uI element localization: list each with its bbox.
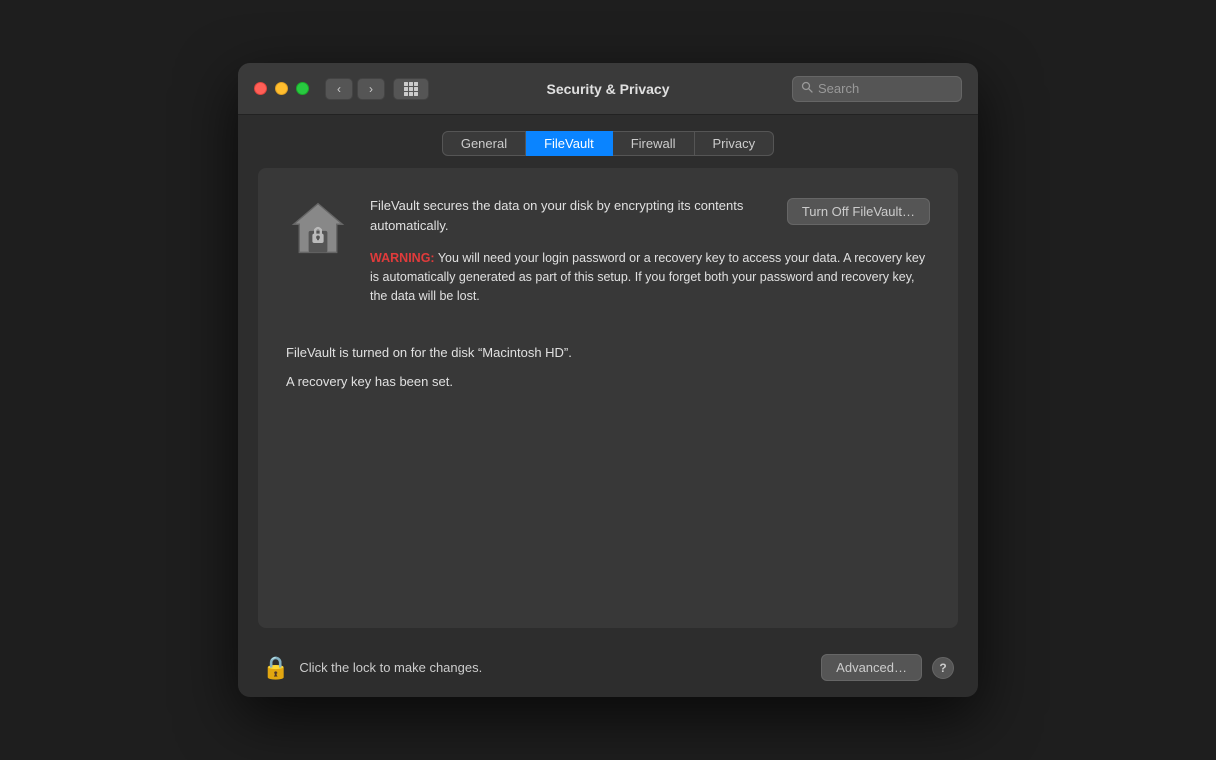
back-icon: ‹ — [337, 82, 341, 96]
lock-area[interactable]: 🔒 Click the lock to make changes. — [262, 655, 482, 681]
help-button[interactable]: ? — [932, 657, 954, 679]
traffic-lights — [254, 82, 309, 95]
tab-firewall[interactable]: Firewall — [613, 131, 695, 156]
filevault-icon — [286, 196, 350, 260]
tab-filevault[interactable]: FileVault — [526, 131, 613, 156]
filevault-description: FileVault secures the data on your disk … — [370, 196, 761, 235]
bottom-right: Advanced… ? — [821, 654, 954, 681]
window-title: Security & Privacy — [547, 81, 670, 97]
nav-buttons: ‹ › — [325, 78, 429, 100]
grid-icon — [404, 82, 418, 96]
warning-body: You will need your login password or a r… — [370, 251, 925, 303]
filevault-recovery-status: A recovery key has been set. — [286, 374, 930, 389]
title-bar: ‹ › Security & Privacy Search — [238, 63, 978, 115]
forward-icon: › — [369, 82, 373, 96]
filevault-info: FileVault secures the data on your disk … — [370, 196, 930, 325]
search-box[interactable]: Search — [792, 76, 962, 102]
turn-off-filevault-button[interactable]: Turn Off FileVault… — [787, 198, 930, 225]
warning-label: WARNING: — [370, 251, 435, 265]
advanced-button[interactable]: Advanced… — [821, 654, 922, 681]
back-button[interactable]: ‹ — [325, 78, 353, 100]
search-placeholder: Search — [818, 81, 859, 96]
minimize-button[interactable] — [275, 82, 288, 95]
forward-button[interactable]: › — [357, 78, 385, 100]
warning-paragraph: WARNING: You will need your login passwo… — [370, 249, 930, 305]
lock-icon: 🔒 — [262, 655, 289, 681]
grid-view-button[interactable] — [393, 78, 429, 100]
content-area: FileVault secures the data on your disk … — [258, 168, 958, 628]
tab-privacy[interactable]: Privacy — [695, 131, 775, 156]
bottom-bar: 🔒 Click the lock to make changes. Advanc… — [238, 644, 978, 697]
system-preferences-window: ‹ › Security & Privacy Search — [238, 63, 978, 697]
maximize-button[interactable] — [296, 82, 309, 95]
tab-general[interactable]: General — [442, 131, 526, 156]
filevault-disk-status: FileVault is turned on for the disk “Mac… — [286, 345, 930, 360]
tabs-bar: General FileVault Firewall Privacy — [238, 115, 978, 168]
turn-off-area: Turn Off FileVault… — [777, 196, 930, 225]
lock-label: Click the lock to make changes. — [299, 660, 482, 675]
close-button[interactable] — [254, 82, 267, 95]
filevault-header: FileVault secures the data on your disk … — [286, 196, 930, 325]
search-icon — [801, 81, 813, 96]
